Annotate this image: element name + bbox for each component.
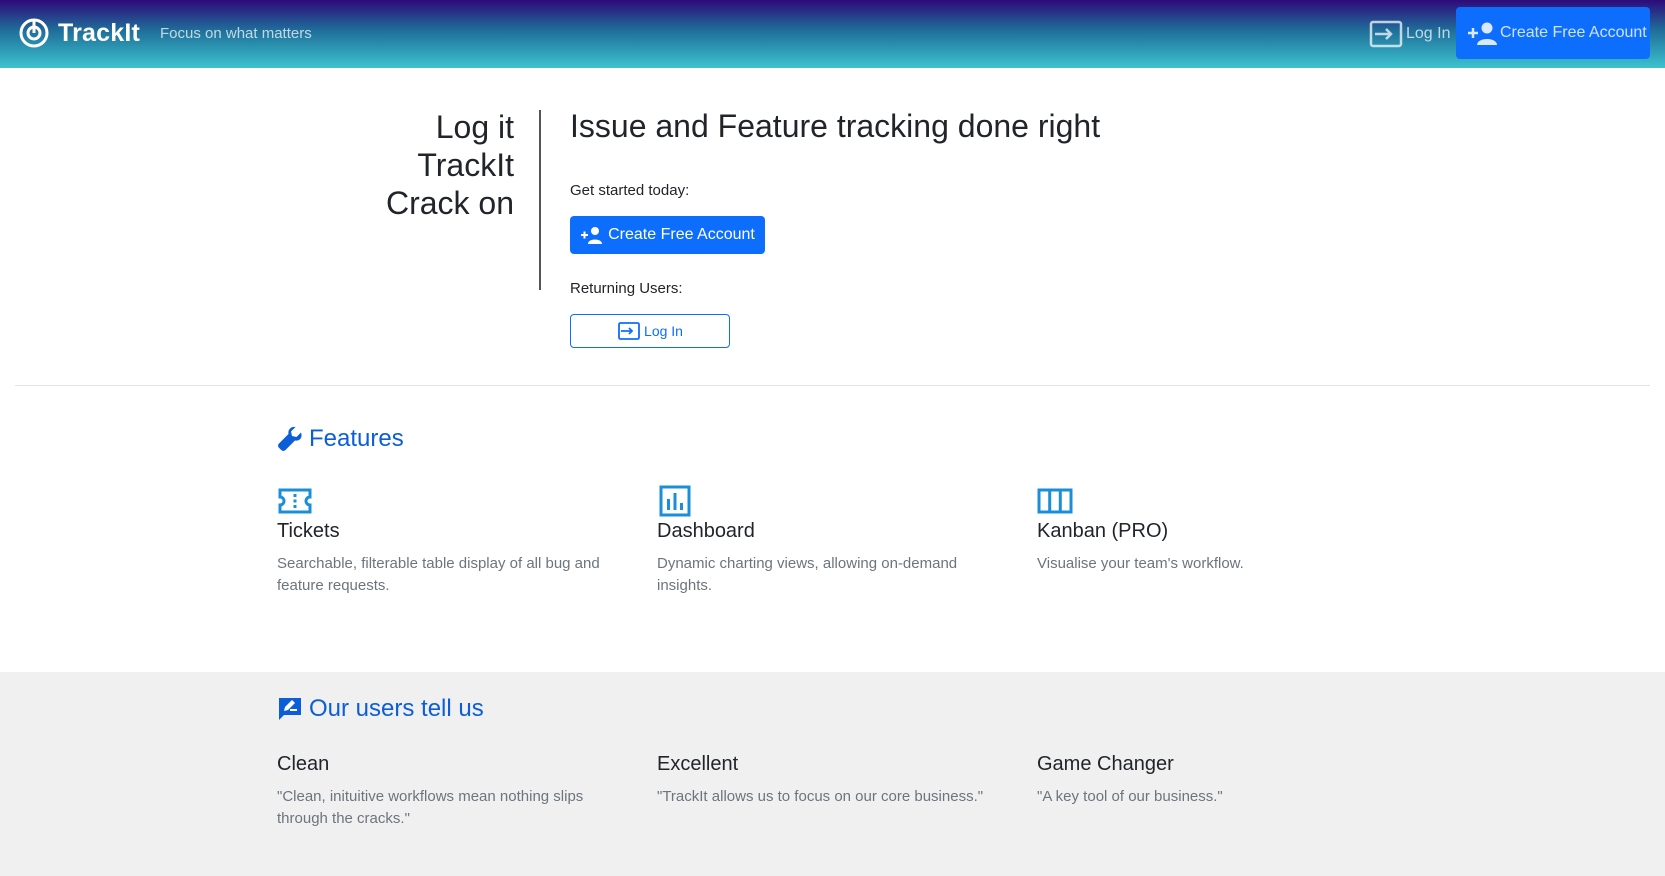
create-account-button[interactable]: Create Free Account: [570, 216, 765, 254]
slogan-line: TrackIt: [417, 147, 514, 183]
rate-review-icon: [279, 698, 301, 720]
add-user-icon: [1468, 22, 1497, 45]
testimonial-quote: "Clean, inituitive workflows mean nothin…: [277, 788, 584, 827]
feature-dashboard: Dashboard Dynamic charting views, allowi…: [657, 485, 987, 597]
add-user-icon: [581, 227, 603, 244]
login-button[interactable]: Log In: [570, 314, 730, 348]
trackit-logo-icon: [19, 18, 49, 48]
kanban-icon: [1037, 488, 1073, 514]
nav-create-account-label: Create Free Account: [1500, 24, 1647, 41]
testimonial-card: Game Changer "A key tool of our business…: [1037, 753, 1367, 808]
tagline: Focus on what matters: [160, 25, 312, 42]
feature-heading: Kanban (PRO): [1037, 520, 1169, 542]
testimonial-card: Clean "Clean, inituitive workflows mean …: [277, 753, 607, 830]
nav-login-link[interactable]: Log In: [1369, 20, 1450, 48]
chart-icon: [659, 485, 691, 517]
features-title: Features: [309, 425, 404, 452]
login-icon: [1369, 20, 1403, 48]
testimonial-heading: Clean: [277, 753, 330, 775]
feature-description: Visualise your team's workflow.: [1037, 555, 1244, 572]
feature-kanban: Kanban (PRO) Visualise your team's workf…: [1037, 485, 1367, 575]
brand-name: TrackIt: [58, 18, 141, 47]
wrench-icon: [278, 426, 302, 451]
hero-slogan: Log it TrackIt Crack on: [340, 108, 514, 222]
testimonial-quote: "TrackIt allows us to focus on our core …: [657, 788, 984, 805]
ticket-icon: [278, 488, 312, 514]
login-label: Log In: [644, 323, 683, 339]
brand-link[interactable]: TrackIt: [18, 17, 140, 49]
feature-description: Searchable, filterable table display of …: [277, 555, 600, 594]
nav-create-account-button[interactable]: Create Free Account: [1456, 7, 1650, 59]
testimonials-title: Our users tell us: [309, 695, 484, 722]
returning-users-label: Returning Users:: [570, 280, 683, 297]
feature-heading: Tickets: [277, 520, 340, 542]
hero-divider: [539, 110, 541, 290]
hero-title: Issue and Feature tracking done right: [570, 108, 1101, 144]
slogan-line: Crack on: [385, 185, 514, 221]
testimonial-heading: Excellent: [657, 753, 739, 775]
testimonial-quote: "A key tool of our business.": [1037, 788, 1223, 805]
slogan-line: Log it: [435, 109, 514, 145]
feature-tickets: Tickets Searchable, filterable table dis…: [277, 485, 607, 597]
create-account-label: Create Free Account: [608, 226, 755, 243]
nav-login-label: Log In: [1406, 25, 1451, 42]
feature-description: Dynamic charting views, allowing on-dema…: [657, 555, 958, 594]
login-icon: [618, 322, 640, 340]
section-divider: [15, 385, 1650, 386]
navbar: TrackIt Focus on what matters Log In Cre…: [0, 0, 1665, 68]
features-heading: Features: [277, 425, 404, 453]
testimonial-heading: Game Changer: [1037, 753, 1174, 775]
testimonial-card: Excellent "TrackIt allows us to focus on…: [657, 753, 987, 808]
testimonials-heading: Our users tell us: [277, 695, 484, 723]
get-started-label: Get started today:: [570, 182, 690, 199]
feature-heading: Dashboard: [657, 520, 755, 542]
